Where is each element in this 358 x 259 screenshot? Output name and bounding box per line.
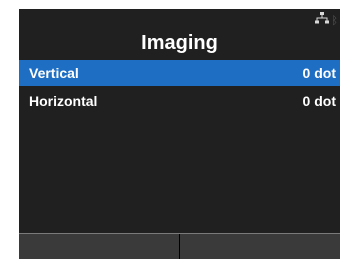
menu-item-vertical[interactable]: Vertical 0 dot bbox=[19, 60, 340, 86]
softkey-right[interactable] bbox=[180, 234, 340, 259]
bluetooth-icon: ᛒ bbox=[331, 13, 338, 27]
menu-item-value: 0 dot bbox=[302, 65, 336, 81]
network-icon bbox=[315, 11, 330, 29]
printer-lcd-screen: ᛒ Imaging Vertical 0 dot Horizontal 0 do… bbox=[19, 9, 340, 259]
menu-item-label: Vertical bbox=[29, 65, 79, 81]
status-icons: ᛒ bbox=[315, 11, 338, 29]
menu-item-label: Horizontal bbox=[29, 93, 98, 109]
page-title: Imaging bbox=[141, 32, 218, 54]
menu-item-value: 0 dot bbox=[302, 93, 336, 109]
softkey-bar bbox=[19, 233, 340, 259]
softkey-left[interactable] bbox=[19, 234, 179, 259]
menu-item-horizontal[interactable]: Horizontal 0 dot bbox=[19, 88, 340, 114]
